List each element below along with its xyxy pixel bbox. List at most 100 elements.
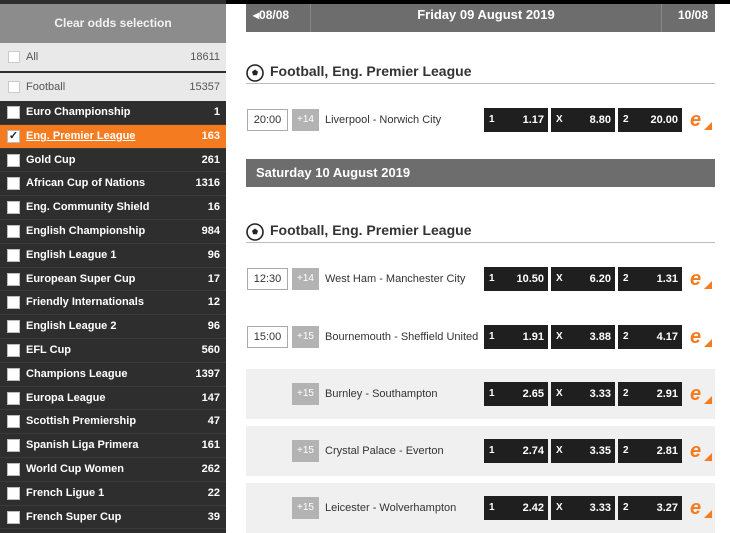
odds-home-button[interactable]: 1 10.50 <box>484 267 548 291</box>
clear-odds-selection-button[interactable]: Clear odds selection <box>0 4 226 43</box>
checkbox[interactable] <box>7 439 20 453</box>
checkbox[interactable] <box>7 248 20 262</box>
soccer-ball-icon <box>246 223 264 241</box>
league-label: World Cup Women <box>26 462 124 475</box>
checkbox[interactable] <box>7 177 20 191</box>
league-item[interactable]: EFL Cup 560 <box>0 339 226 363</box>
more-markets-button[interactable]: +14 <box>292 268 319 290</box>
odds-home-button[interactable]: 1 1.91 <box>484 325 548 349</box>
league-count: 16 <box>207 201 220 214</box>
more-markets-button[interactable]: +15 <box>292 383 319 405</box>
match-teams[interactable]: Leicester - Wolverhampton <box>325 483 483 533</box>
league-item[interactable]: English League 2 96 <box>0 315 226 339</box>
match-teams[interactable]: Burnley - Southampton <box>325 369 483 419</box>
league-item[interactable]: Euro Championship 1 <box>0 101 226 125</box>
checkbox[interactable] <box>7 391 20 405</box>
league-item[interactable]: French Ligue 1 22 <box>0 482 226 506</box>
match-teams[interactable]: Crystal Palace - Everton <box>325 426 483 476</box>
checkbox[interactable] <box>7 510 20 524</box>
e-logo-icon[interactable]: e <box>689 326 713 348</box>
league-item[interactable]: European Super Cup 17 <box>0 268 226 292</box>
odds-away-button[interactable]: 2 3.27 <box>618 496 682 520</box>
league-item[interactable]: Eng. Community Shield 16 <box>0 196 226 220</box>
odds-draw-button[interactable]: X 6.20 <box>551 267 615 291</box>
odds-away-button[interactable]: 2 2.91 <box>618 382 682 406</box>
odds-away-button[interactable]: 2 20.00 <box>618 108 682 132</box>
next-day-button[interactable]: 10/08 ▸ <box>661 4 715 44</box>
odds-value: 3.33 <box>589 502 611 514</box>
checkbox[interactable] <box>7 153 20 167</box>
league-item[interactable]: English League 1 96 <box>0 244 226 268</box>
checkbox[interactable] <box>8 51 20 63</box>
league-item[interactable]: Scottish Premiership 47 <box>0 410 226 435</box>
checkbox[interactable] <box>7 201 20 215</box>
checkbox[interactable] <box>7 486 20 500</box>
league-item[interactable]: English Championship 984 <box>0 220 226 244</box>
league-count: 261 <box>201 153 220 166</box>
checkbox[interactable] <box>7 415 20 429</box>
league-item[interactable]: Friendly Internationals 12 <box>0 291 226 316</box>
odds-home-button[interactable]: 1 2.74 <box>484 439 548 463</box>
odds-draw-button[interactable]: X 8.80 <box>551 108 615 132</box>
league-item-selected[interactable]: ✓ Eng. Premier League 163 <box>0 124 226 149</box>
odds-draw-button[interactable]: X 3.33 <box>551 382 615 406</box>
odds-value: 3.35 <box>589 445 611 457</box>
league-count: 22 <box>207 486 220 499</box>
odds-draw-button[interactable]: X 3.88 <box>551 325 615 349</box>
league-item[interactable]: World Cup Women 262 <box>0 458 226 482</box>
match-row: +15 Leicester - Wolverhampton 1 2.42 X 3.3… <box>246 483 715 533</box>
checkbox[interactable] <box>7 320 20 334</box>
svg-text:e: e <box>690 326 701 348</box>
odds-key: X <box>556 331 563 342</box>
match-row: +15 Crystal Palace - Everton 1 2.74 X 3.35… <box>246 426 715 476</box>
match-teams[interactable]: Bournemouth - Sheffield United <box>325 312 483 362</box>
more-markets-button[interactable]: +15 <box>292 497 319 519</box>
odds-value: 20.00 <box>650 114 678 126</box>
odds-away-button[interactable]: 2 4.17 <box>618 325 682 349</box>
checkbox-checked[interactable]: ✓ <box>7 129 20 143</box>
e-logo-icon[interactable]: e <box>689 383 713 405</box>
checkbox[interactable] <box>7 224 20 238</box>
e-logo-icon[interactable]: e <box>689 440 713 462</box>
match-teams[interactable]: West Ham - Manchester City <box>325 254 483 304</box>
checkbox[interactable] <box>7 343 20 357</box>
filter-count: 15357 <box>189 81 220 93</box>
league-item[interactable]: Spanish Liga Primera 161 <box>0 434 226 458</box>
odds-key: 2 <box>623 331 629 342</box>
match-teams[interactable]: Liverpool - Norwich City <box>325 95 483 145</box>
match-row: 12:30 +14 West Ham - Manchester City 1 10… <box>246 254 715 304</box>
e-logo-icon[interactable]: e <box>689 109 713 131</box>
filter-item-all[interactable]: All 18611 <box>0 43 226 71</box>
odds-away-button[interactable]: 2 1.31 <box>618 267 682 291</box>
filter-item-football[interactable]: Football 15357 <box>0 73 226 101</box>
league-item[interactable]: African Cup of Nations 1316 <box>0 172 226 197</box>
league-item[interactable]: French Super Cup 39 <box>0 506 226 530</box>
e-logo-icon[interactable]: e <box>689 268 713 290</box>
more-markets-button[interactable]: +15 <box>292 326 319 348</box>
odds-home-button[interactable]: 1 2.65 <box>484 382 548 406</box>
odds-draw-button[interactable]: X 3.35 <box>551 439 615 463</box>
checkbox[interactable] <box>7 296 20 310</box>
match-time: 12:30 <box>247 268 288 290</box>
checkbox[interactable] <box>7 462 20 476</box>
odds-home-button[interactable]: 1 1.17 <box>484 108 548 132</box>
league-item[interactable]: Gold Cup 261 <box>0 149 226 173</box>
e-logo-icon[interactable]: e <box>689 497 713 519</box>
odds-away-button[interactable]: 2 2.81 <box>618 439 682 463</box>
odds-draw-button[interactable]: X 3.33 <box>551 496 615 520</box>
date-navigation: ◂08/08 Friday 09 August 2019 10/08 ▸ <box>246 4 715 44</box>
league-count: 12 <box>207 296 220 309</box>
league-item[interactable]: Champions League 1397 <box>0 363 226 387</box>
checkbox[interactable] <box>7 106 20 119</box>
sport-filter-sidebar: Clear odds selection All 18611 Football … <box>0 0 226 533</box>
league-item[interactable]: Europa League 147 <box>0 387 226 411</box>
odds-home-button[interactable]: 1 2.42 <box>484 496 548 520</box>
league-count: 1 <box>213 106 220 118</box>
more-markets-button[interactable]: +15 <box>292 440 319 462</box>
previous-day-button[interactable]: ◂08/08 <box>246 4 311 32</box>
checkbox[interactable] <box>8 81 20 93</box>
more-markets-button[interactable]: +14 <box>292 109 319 131</box>
league-label: Gold Cup <box>26 153 76 166</box>
checkbox[interactable] <box>7 272 20 286</box>
checkbox[interactable] <box>7 367 20 381</box>
